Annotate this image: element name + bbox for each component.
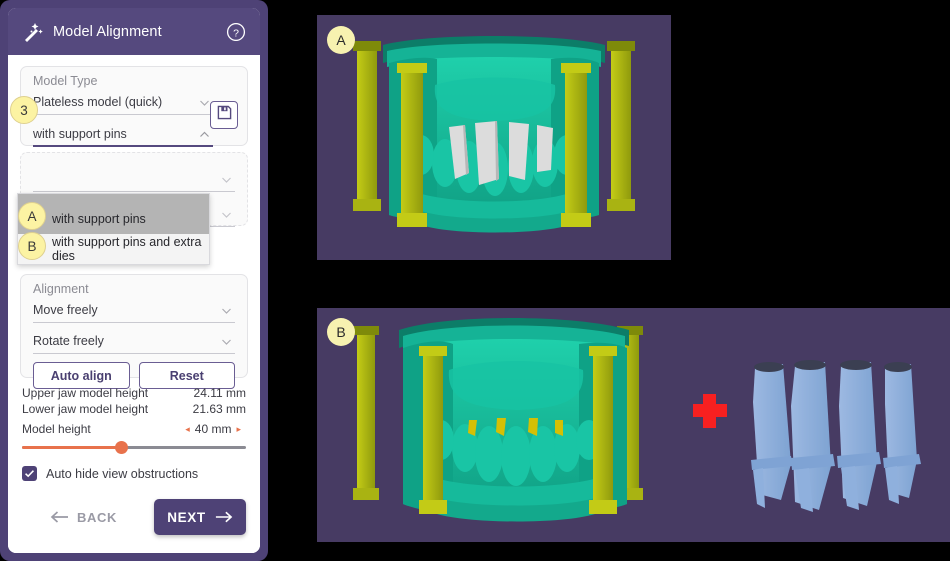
hidden-select-1[interactable]: [33, 169, 235, 192]
auto-hide-checkbox-row[interactable]: Auto hide view obstructions: [8, 466, 260, 481]
measurement-row: Lower jaw model height 21.63 mm: [8, 401, 260, 417]
model-render-a: [353, 36, 635, 233]
model-height-label: Model height: [22, 422, 91, 436]
model-type-select[interactable]: Plateless model (quick): [33, 91, 213, 115]
page-title: Model Alignment: [53, 23, 162, 40]
measurement-key: Lower jaw model height: [22, 402, 149, 416]
chevron-down-icon: [220, 208, 233, 221]
alignment-card: Alignment Move freely Rotate freely Auto…: [20, 274, 248, 389]
support-pins-dropdown-menu: with support pins with support pins and …: [17, 193, 210, 265]
dropdown-option-label: with support pins and extra dies: [52, 235, 202, 263]
model-type-value: Plateless model (quick): [33, 95, 163, 109]
reset-label: Reset: [169, 368, 204, 383]
sidebar-footer: BACK NEXT: [8, 481, 260, 553]
arrow-right-icon: [215, 511, 233, 523]
chevron-down-icon: [220, 335, 233, 348]
viewport-b-badge: B: [327, 318, 355, 346]
slider-thumb[interactable]: [114, 441, 128, 454]
sidebar-inner: Model Alignment ? Model Type Plateless m…: [8, 8, 260, 553]
step-badge-3: 3: [10, 96, 38, 124]
save-button[interactable]: [210, 101, 238, 129]
rotate-mode-value: Rotate freely: [33, 334, 104, 348]
auto-align-label: Auto align: [50, 368, 112, 383]
sidebar-body: Model Type Plateless model (quick) with …: [8, 55, 260, 553]
chevron-up-icon: [198, 128, 211, 141]
checkbox-checked-icon[interactable]: [22, 466, 37, 481]
option-badge-text: A: [27, 208, 37, 224]
back-label: BACK: [77, 509, 117, 525]
support-pins-select[interactable]: with support pins: [33, 123, 213, 147]
support-pins-value: with support pins: [33, 127, 127, 141]
measurements-block: Upper jaw model height 24.11 mm Lower ja…: [8, 385, 260, 481]
arrow-left-icon: [50, 511, 68, 523]
viewport-b-label: B: [336, 324, 346, 340]
model-height-value: 40 mm: [194, 422, 232, 436]
model-height-slider[interactable]: [22, 440, 246, 454]
next-label: NEXT: [167, 509, 206, 525]
help-circle-icon[interactable]: ?: [226, 22, 246, 42]
viewport-a-badge: A: [327, 26, 355, 54]
auto-hide-label: Auto hide view obstructions: [46, 466, 199, 481]
back-button[interactable]: BACK: [50, 510, 117, 525]
svg-text:?: ?: [233, 27, 239, 39]
move-mode-select[interactable]: Move freely: [33, 299, 235, 323]
measurement-value: 24.11 mm: [193, 386, 246, 400]
option-badge-b: B: [18, 232, 46, 260]
measurement-key: Upper jaw model height: [22, 386, 149, 400]
move-mode-value: Move freely: [33, 303, 98, 317]
measurement-value: 21.63 mm: [192, 402, 246, 416]
dropdown-spacer: [18, 194, 209, 204]
model-type-card: Model Type Plateless model (quick) with …: [20, 66, 248, 147]
viewport-a[interactable]: A: [317, 15, 671, 260]
rotate-mode-select[interactable]: Rotate freely: [33, 330, 235, 354]
increment-arrow-icon[interactable]: ▸: [231, 424, 246, 435]
alignment-label: Alignment: [33, 282, 89, 296]
left-sidebar-panel: Model Alignment ? Model Type Plateless m…: [0, 0, 268, 561]
dropdown-option-with-support-pins[interactable]: with support pins: [18, 204, 209, 234]
chevron-down-icon: [220, 304, 233, 317]
floppy-disk-save-icon: [217, 105, 232, 125]
viewport-b[interactable]: B: [317, 308, 950, 542]
model-height-row: Model height ◂ 40 mm ▸: [8, 422, 260, 436]
option-badge-a: A: [18, 202, 46, 230]
panel-header: Model Alignment ?: [8, 8, 260, 55]
viewport-a-label: A: [336, 32, 346, 48]
dies-group: [751, 360, 921, 512]
step-badge-text: 3: [20, 102, 28, 118]
magic-wand-icon: [22, 21, 44, 43]
app-root: Model Alignment ? Model Type Plateless m…: [0, 0, 950, 561]
decrement-arrow-icon[interactable]: ◂: [180, 424, 195, 435]
model-render-b: [353, 318, 921, 522]
dropdown-option-with-support-pins-and-extra-dies[interactable]: with support pins and extra dies: [18, 234, 209, 264]
plus-icon: [693, 394, 727, 428]
option-badge-text: B: [27, 238, 37, 254]
next-button[interactable]: NEXT: [154, 499, 246, 535]
slider-fill: [22, 446, 121, 449]
dropdown-option-label: with support pins: [52, 212, 146, 226]
chevron-down-icon: [220, 173, 233, 186]
measurement-row: Upper jaw model height 24.11 mm: [8, 385, 260, 401]
model-type-label: Model Type: [33, 74, 98, 88]
